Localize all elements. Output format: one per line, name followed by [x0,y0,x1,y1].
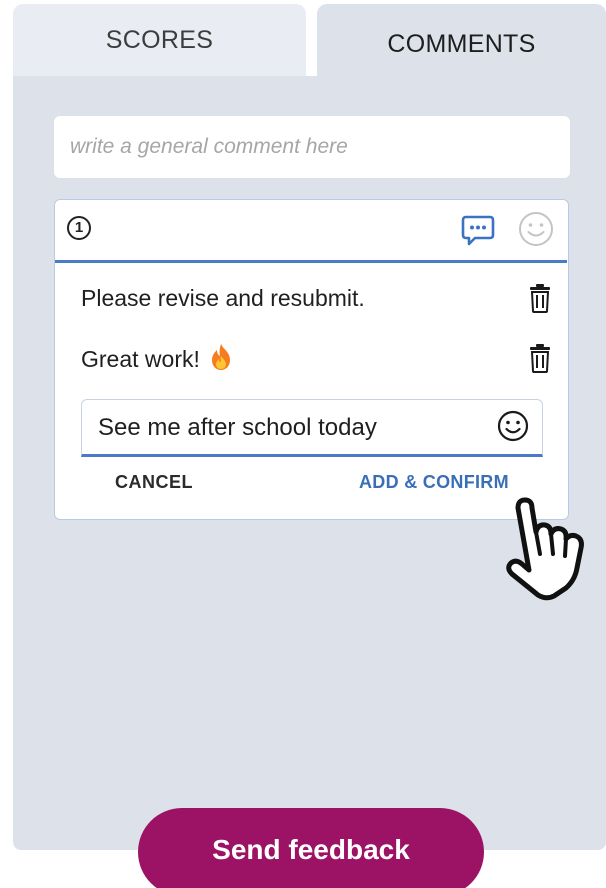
comment-bubble-icon[interactable] [460,211,496,247]
comment-text: Please revise and resubmit. [81,284,365,311]
trash-icon[interactable] [529,343,551,373]
send-feedback-button[interactable]: Send feedback [138,808,484,888]
comment-number-badge: 1 [67,216,91,240]
cancel-button[interactable]: CANCEL [115,472,193,493]
tab-comments[interactable]: COMMENTS [317,4,606,84]
comment-card-header: 1 [55,200,567,263]
general-comment-input[interactable] [54,116,570,178]
flame-icon [212,344,231,370]
comment-text-with-emoji: Great work! [81,343,232,373]
comment-item: Please revise and resubmit. [81,278,551,318]
comment-item: Great work! [81,338,551,378]
comment-text: Great work! [81,346,200,372]
new-comment-field [81,399,543,457]
trash-icon[interactable] [529,283,551,313]
add-confirm-button[interactable]: ADD & CONFIRM [359,472,509,493]
tab-scores[interactable]: SCORES [13,4,306,76]
comment-card: 1 Please revise and resubmit. Great work… [54,199,569,520]
new-comment-input[interactable] [96,409,480,447]
smiley-icon[interactable] [497,410,529,442]
smiley-icon[interactable] [517,210,555,248]
feedback-panel-screen: SCORES COMMENTS 1 Please revise and resu… [0,0,606,888]
